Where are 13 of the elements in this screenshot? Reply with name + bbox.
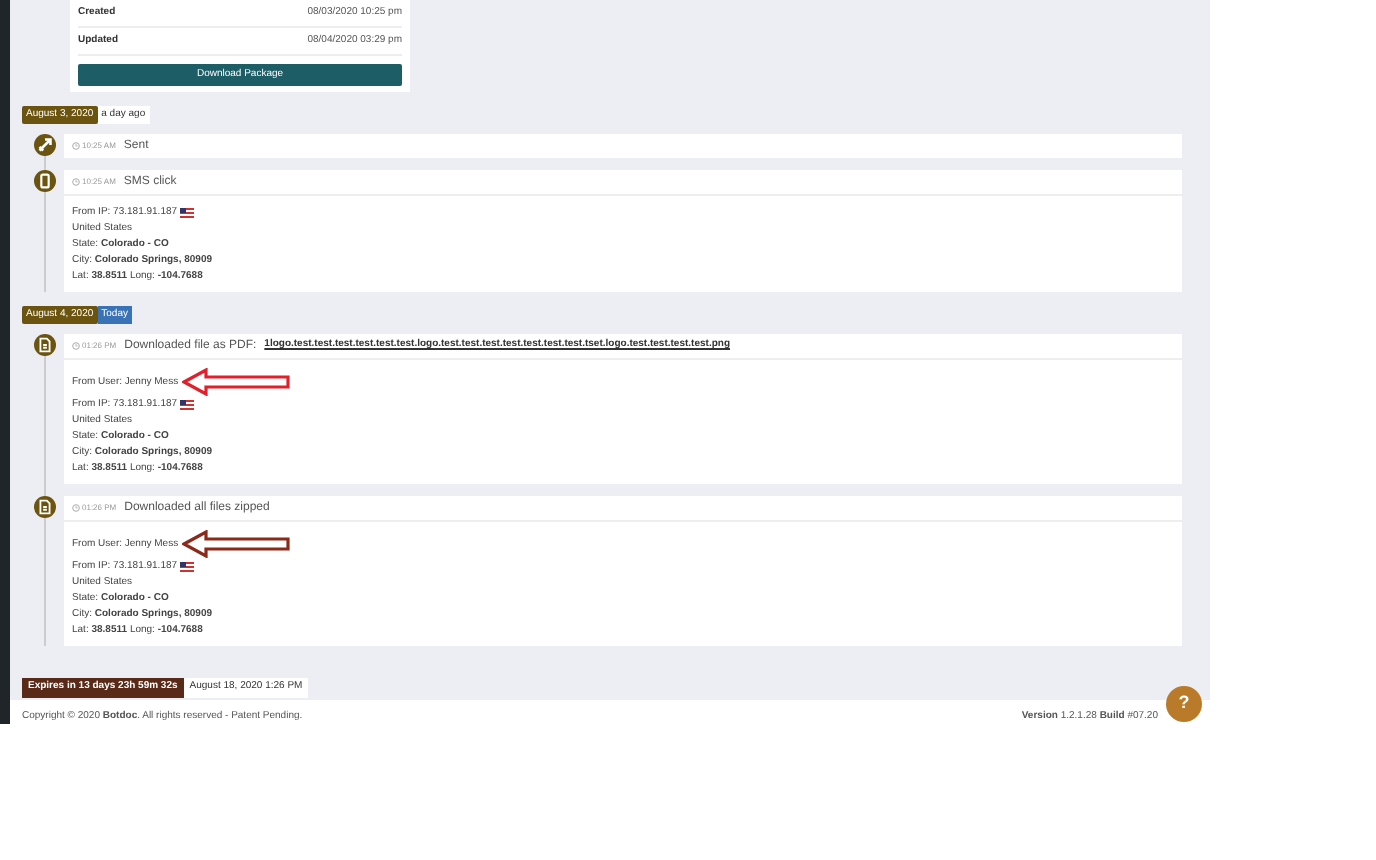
- arrow-annotation: [182, 368, 291, 396]
- clock-icon: [72, 504, 80, 512]
- arrow-annotation: [182, 530, 291, 558]
- phone-icon: [34, 170, 56, 192]
- clock-icon: [72, 342, 80, 350]
- file-icon: [34, 496, 56, 518]
- flag-icon: [179, 399, 194, 409]
- help-button[interactable]: ?: [1166, 686, 1202, 722]
- file-icon: [34, 334, 56, 356]
- flag-icon: [179, 561, 194, 571]
- flag-icon: [179, 207, 194, 217]
- clock-icon: [72, 142, 80, 150]
- clock-icon: [72, 178, 80, 186]
